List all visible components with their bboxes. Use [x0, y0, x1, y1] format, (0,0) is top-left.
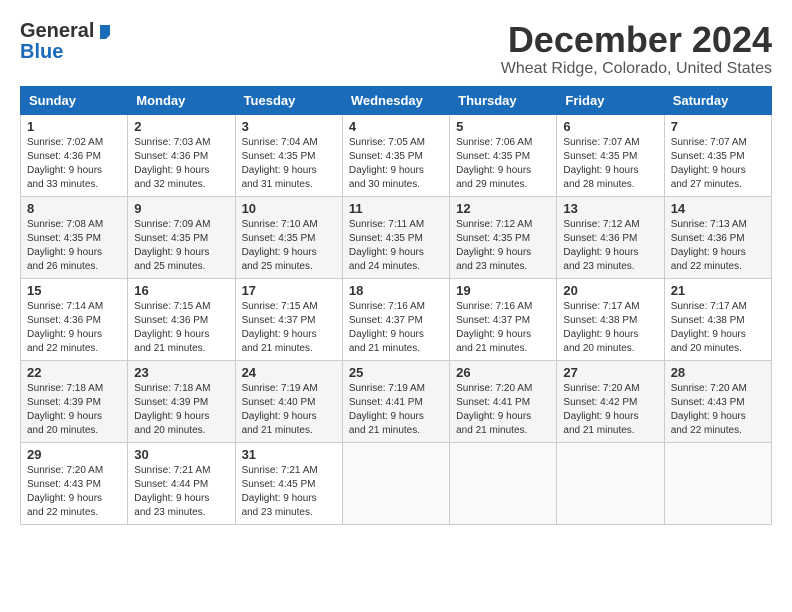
location-title: Wheat Ridge, Colorado, United States — [501, 60, 772, 78]
day-30: 30 Sunrise: 7:21 AMSunset: 4:44 PMDaylig… — [128, 442, 235, 524]
logo-blue-text: Blue — [20, 41, 63, 64]
title-block: December 2024 Wheat Ridge, Colorado, Uni… — [501, 20, 772, 78]
header-saturday: Saturday — [664, 86, 771, 114]
day-7: 7 Sunrise: 7:07 AMSunset: 4:35 PMDayligh… — [664, 114, 771, 196]
empty-cell-2 — [450, 442, 557, 524]
day-12: 12 Sunrise: 7:12 AMSunset: 4:35 PMDaylig… — [450, 196, 557, 278]
week-row-1: 1 Sunrise: 7:02 AMSunset: 4:36 PMDayligh… — [21, 114, 772, 196]
day-15: 15 Sunrise: 7:14 AMSunset: 4:36 PMDaylig… — [21, 278, 128, 360]
day-10: 10 Sunrise: 7:10 AMSunset: 4:35 PMDaylig… — [235, 196, 342, 278]
header-monday: Monday — [128, 86, 235, 114]
day-22: 22 Sunrise: 7:18 AMSunset: 4:39 PMDaylig… — [21, 360, 128, 442]
day-31: 31 Sunrise: 7:21 AMSunset: 4:45 PMDaylig… — [235, 442, 342, 524]
empty-cell-1 — [342, 442, 449, 524]
day-18: 18 Sunrise: 7:16 AMSunset: 4:37 PMDaylig… — [342, 278, 449, 360]
week-row-4: 22 Sunrise: 7:18 AMSunset: 4:39 PMDaylig… — [21, 360, 772, 442]
day-26: 26 Sunrise: 7:20 AMSunset: 4:41 PMDaylig… — [450, 360, 557, 442]
empty-cell-3 — [557, 442, 664, 524]
day-5: 5 Sunrise: 7:06 AMSunset: 4:35 PMDayligh… — [450, 114, 557, 196]
day-4: 4 Sunrise: 7:05 AMSunset: 4:35 PMDayligh… — [342, 114, 449, 196]
day-27: 27 Sunrise: 7:20 AMSunset: 4:42 PMDaylig… — [557, 360, 664, 442]
header-sunday: Sunday — [21, 86, 128, 114]
page-header: General Blue December 2024 Wheat Ridge, … — [20, 20, 772, 78]
day-25: 25 Sunrise: 7:19 AMSunset: 4:41 PMDaylig… — [342, 360, 449, 442]
logo-general-text: General — [20, 20, 94, 43]
calendar-table: Sunday Monday Tuesday Wednesday Thursday… — [20, 86, 772, 525]
day-21: 21 Sunrise: 7:17 AMSunset: 4:38 PMDaylig… — [664, 278, 771, 360]
day-19: 19 Sunrise: 7:16 AMSunset: 4:37 PMDaylig… — [450, 278, 557, 360]
day-28: 28 Sunrise: 7:20 AMSunset: 4:43 PMDaylig… — [664, 360, 771, 442]
day-3: 3 Sunrise: 7:04 AMSunset: 4:35 PMDayligh… — [235, 114, 342, 196]
header-tuesday: Tuesday — [235, 86, 342, 114]
day-24: 24 Sunrise: 7:19 AMSunset: 4:40 PMDaylig… — [235, 360, 342, 442]
week-row-5: 29 Sunrise: 7:20 AMSunset: 4:43 PMDaylig… — [21, 442, 772, 524]
day-14: 14 Sunrise: 7:13 AMSunset: 4:36 PMDaylig… — [664, 196, 771, 278]
day-1: 1 Sunrise: 7:02 AMSunset: 4:36 PMDayligh… — [21, 114, 128, 196]
week-row-2: 8 Sunrise: 7:08 AMSunset: 4:35 PMDayligh… — [21, 196, 772, 278]
empty-cell-4 — [664, 442, 771, 524]
header-thursday: Thursday — [450, 86, 557, 114]
day-8: 8 Sunrise: 7:08 AMSunset: 4:35 PMDayligh… — [21, 196, 128, 278]
day-6: 6 Sunrise: 7:07 AMSunset: 4:35 PMDayligh… — [557, 114, 664, 196]
week-row-3: 15 Sunrise: 7:14 AMSunset: 4:36 PMDaylig… — [21, 278, 772, 360]
day-23: 23 Sunrise: 7:18 AMSunset: 4:39 PMDaylig… — [128, 360, 235, 442]
day-29: 29 Sunrise: 7:20 AMSunset: 4:43 PMDaylig… — [21, 442, 128, 524]
day-2: 2 Sunrise: 7:03 AMSunset: 4:36 PMDayligh… — [128, 114, 235, 196]
day-17: 17 Sunrise: 7:15 AMSunset: 4:37 PMDaylig… — [235, 278, 342, 360]
day-11: 11 Sunrise: 7:11 AMSunset: 4:35 PMDaylig… — [342, 196, 449, 278]
day-16: 16 Sunrise: 7:15 AMSunset: 4:36 PMDaylig… — [128, 278, 235, 360]
header-wednesday: Wednesday — [342, 86, 449, 114]
day-9: 9 Sunrise: 7:09 AMSunset: 4:35 PMDayligh… — [128, 196, 235, 278]
day-20: 20 Sunrise: 7:17 AMSunset: 4:38 PMDaylig… — [557, 278, 664, 360]
logo-icon — [96, 23, 114, 41]
calendar-title: December 2024 — [501, 20, 772, 60]
logo: General Blue — [20, 20, 114, 64]
day-13: 13 Sunrise: 7:12 AMSunset: 4:36 PMDaylig… — [557, 196, 664, 278]
header-friday: Friday — [557, 86, 664, 114]
weekday-header-row: Sunday Monday Tuesday Wednesday Thursday… — [21, 86, 772, 114]
